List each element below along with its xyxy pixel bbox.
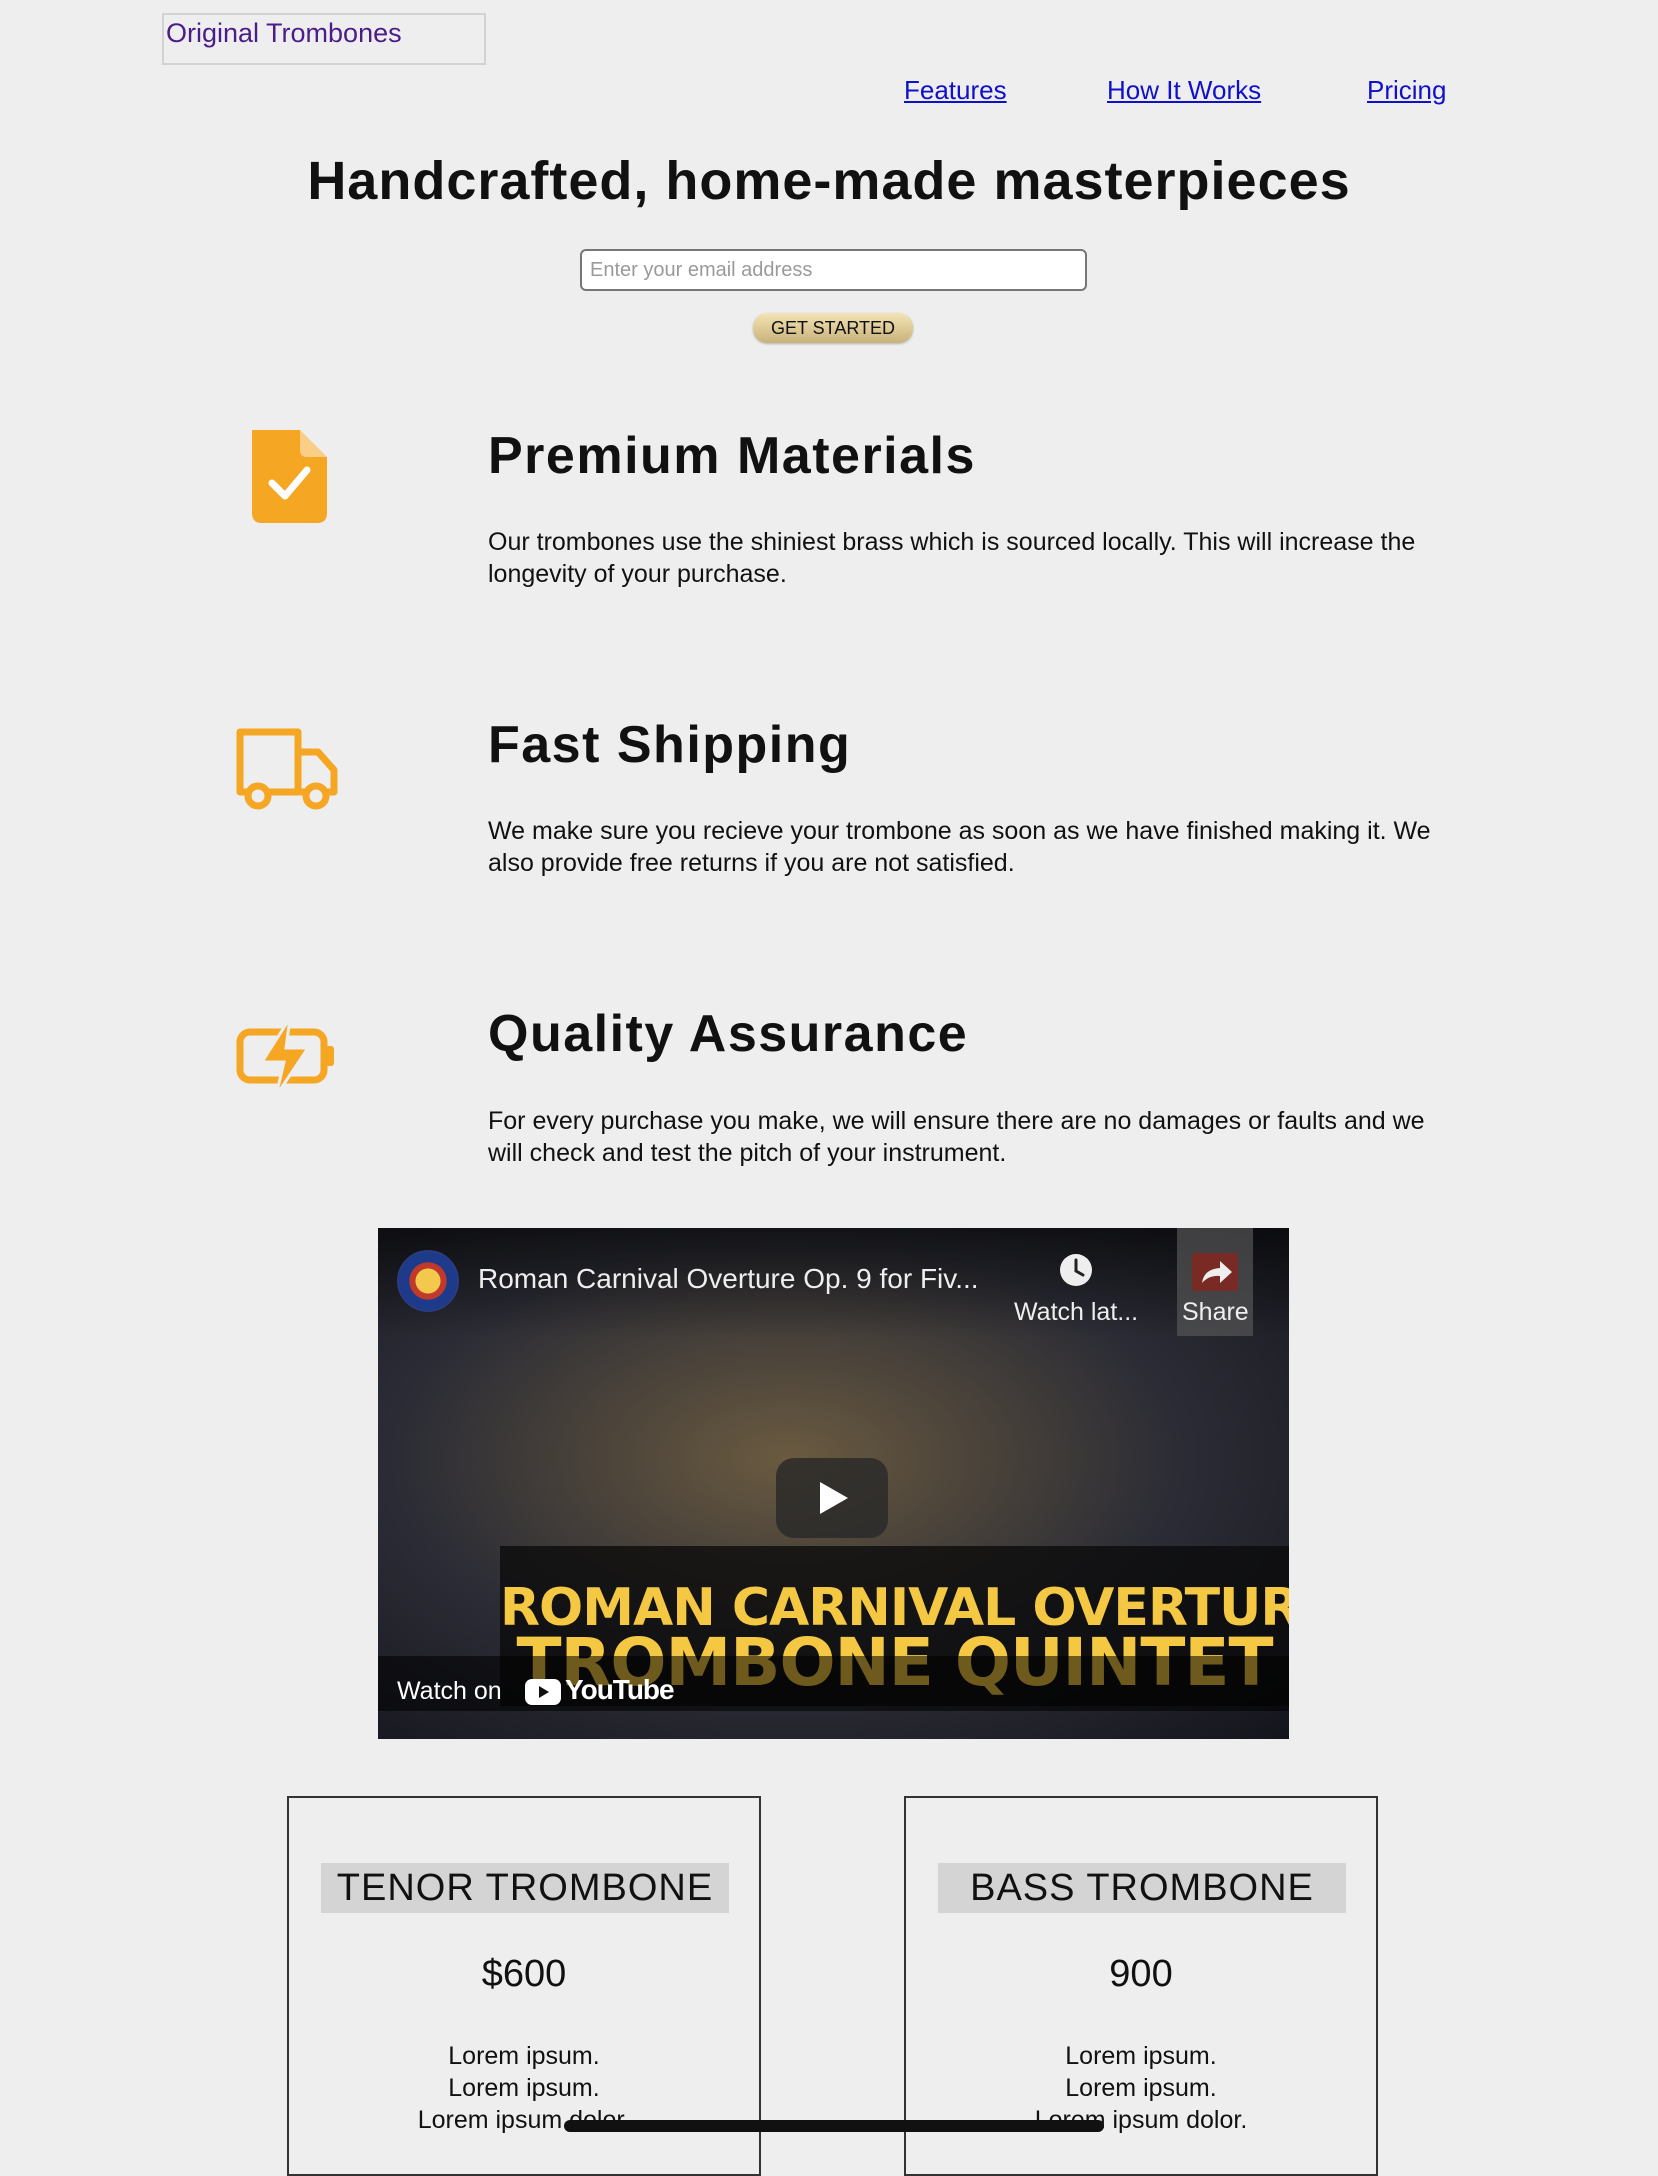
- pricing-feature: Lorem ipsum.: [1065, 2042, 1217, 2070]
- youtube-icon[interactable]: [525, 1679, 561, 1705]
- share-label[interactable]: Share: [1182, 1298, 1249, 1327]
- nav-link-how-it-works[interactable]: How It Works: [1107, 75, 1261, 106]
- channel-avatar[interactable]: [397, 1250, 459, 1312]
- nav-link-features[interactable]: Features: [904, 75, 1007, 106]
- site-logo[interactable]: Original Trombones: [162, 13, 486, 65]
- pricing-feature: Lorem ipsum.: [1065, 2074, 1217, 2102]
- watch-on-label[interactable]: Watch on: [397, 1677, 502, 1706]
- feature-title: Quality Assurance: [488, 1005, 969, 1063]
- pricing-card-bass: BASS TROMBONE 900 Lorem ipsum. Lorem ips…: [904, 1796, 1378, 2176]
- clock-icon[interactable]: [1058, 1252, 1094, 1288]
- youtube-logo-text[interactable]: YouTube: [565, 1674, 675, 1706]
- watch-later-label[interactable]: Watch lat...: [1014, 1298, 1138, 1327]
- video-title[interactable]: Roman Carnival Overture Op. 9 for Fiv...: [478, 1263, 979, 1295]
- get-started-button[interactable]: GET STARTED: [753, 313, 913, 343]
- pricing-card-name: TENOR TROMBONE: [321, 1863, 729, 1913]
- feature-title: Premium Materials: [488, 427, 976, 485]
- horizontal-scrollbar[interactable]: [564, 2120, 1104, 2132]
- battery-charging-icon: [236, 1017, 334, 1097]
- watch-on-bar: [378, 1656, 1289, 1711]
- play-button[interactable]: [776, 1458, 888, 1538]
- share-icon[interactable]: [1192, 1253, 1238, 1291]
- pricing-card-price: 900: [1109, 1953, 1173, 1995]
- truck-icon: [236, 728, 338, 810]
- file-check-icon: [252, 430, 327, 523]
- pricing-feature: Lorem ipsum.: [448, 2042, 600, 2070]
- nav-link-pricing[interactable]: Pricing: [1367, 75, 1446, 106]
- pricing-card-price: $600: [481, 1953, 567, 1995]
- hero-title: Handcrafted, home-made masterpieces: [307, 151, 1351, 211]
- feature-text: Our trombones use the shiniest brass whi…: [488, 528, 1416, 588]
- feature-text: For every purchase you make, we will ens…: [488, 1107, 1425, 1167]
- email-input[interactable]: [580, 249, 1087, 291]
- feature-text: We make sure you recieve your trombone a…: [488, 817, 1431, 877]
- pricing-card-tenor: TENOR TROMBONE $600 Lorem ipsum. Lorem i…: [287, 1796, 761, 2176]
- feature-title: Fast Shipping: [488, 716, 852, 774]
- play-icon: [820, 1482, 848, 1514]
- pricing-feature: Lorem ipsum.: [448, 2074, 600, 2102]
- video-embed[interactable]: Roman Carnival Overture Op. 9 for Fiv...…: [378, 1228, 1289, 1739]
- pricing-card-name: BASS TROMBONE: [938, 1863, 1346, 1913]
